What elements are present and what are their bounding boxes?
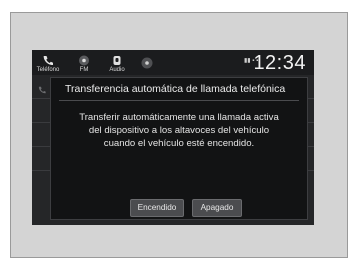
off-button[interactable]: Apagado	[192, 199, 242, 217]
phone-tab-label: Teléfono	[36, 67, 60, 73]
status-bar: Teléfono FM Audio ▮▮ ▪ ▪ 12:34	[32, 50, 314, 75]
fm-tab[interactable]: FM	[74, 52, 94, 74]
phone-tab[interactable]: Teléfono	[36, 52, 60, 74]
settings-tab[interactable]	[138, 52, 156, 74]
background-phone-icon	[38, 81, 46, 94]
dialog-message: Transferir automáticamente una llamada a…	[51, 111, 307, 150]
title-divider	[59, 100, 299, 101]
on-button[interactable]: Encendido	[130, 199, 184, 217]
message-line: del dispositivo a los altavoces del vehí…	[88, 125, 270, 136]
head-unit-screen: Teléfono FM Audio ▮▮ ▪ ▪ 12:34 Transfere…	[32, 50, 314, 225]
settings-icon	[141, 56, 153, 74]
clock: 12:34	[253, 52, 306, 74]
message-line: Transferir automáticamente una llamada a…	[79, 112, 279, 123]
dialog-title: Transferencia automática de llamada tele…	[65, 83, 286, 95]
fm-tab-label: FM	[79, 67, 89, 73]
message-line: cuando el vehículo esté encendido.	[103, 138, 255, 149]
audio-tab-label: Audio	[109, 67, 125, 73]
audio-tab[interactable]: Audio	[106, 52, 128, 74]
